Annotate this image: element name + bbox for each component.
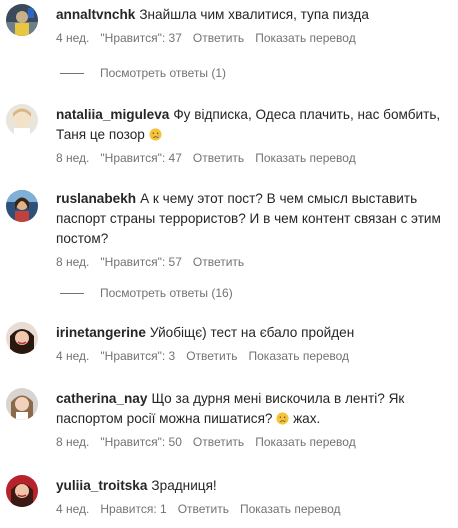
reply-button[interactable]: Ответить	[186, 349, 237, 363]
show-translation-button[interactable]: Показать перевод	[255, 151, 356, 165]
avatar[interactable]	[6, 388, 38, 420]
comment-meta: 4 нед. "Нравится": 3 Ответить Показать пере…	[56, 349, 448, 363]
comment-text: annaltvnchk Знайшла чим хвалитися, тупа п…	[56, 5, 448, 25]
comment-time[interactable]: 4 нед.	[56, 349, 89, 363]
comment-likes[interactable]: Нравится: 1	[100, 502, 166, 516]
reply-button[interactable]: Ответить	[193, 31, 244, 45]
crying-face-icon	[276, 412, 289, 425]
show-translation-button[interactable]: Показать перевод	[255, 435, 356, 449]
comment-text: ruslanabekh А к чему этот пост? В чем смы…	[56, 189, 448, 249]
comment-time[interactable]: 8 нед.	[56, 255, 89, 269]
avatar[interactable]	[6, 104, 38, 136]
comment-message-tail: жах.	[293, 411, 321, 426]
comment-meta: 8 нед. "Нравится": 57 Ответить	[56, 255, 448, 269]
comment-likes[interactable]: "Нравится": 50	[100, 435, 182, 449]
comment-meta: 4 нед. "Нравится": 37 Ответить Показать пер…	[56, 31, 448, 45]
comment-time[interactable]: 4 нед.	[56, 502, 89, 516]
comment-time[interactable]: 8 нед.	[56, 435, 89, 449]
comment-message: Зрадниця!	[151, 478, 217, 493]
reply-button[interactable]: Ответить	[193, 255, 244, 269]
avatar[interactable]	[6, 4, 38, 36]
comment-meta: 8 нед. "Нравится": 47 Ответить Показать пер…	[56, 151, 448, 165]
show-translation-button[interactable]: Показать перевод	[249, 349, 350, 363]
comment-message: Знайшла чим хвалитися, тупа пизда	[139, 7, 369, 22]
comment-likes[interactable]: "Нравится": 47	[100, 151, 182, 165]
show-translation-button[interactable]: Показать перевод	[240, 502, 341, 516]
reply-button[interactable]: Ответить	[178, 502, 229, 516]
comment-username[interactable]: yuliia_troitska	[56, 478, 147, 493]
view-replies-button[interactable]: Посмотреть ответы (16)	[60, 286, 233, 302]
crying-face-icon	[149, 128, 162, 141]
avatar[interactable]	[6, 322, 38, 354]
comment-username[interactable]: ruslanabekh	[56, 191, 136, 206]
avatar[interactable]	[6, 190, 38, 222]
comment-time[interactable]: 8 нед.	[56, 151, 89, 165]
comment-likes[interactable]: "Нравится": 57	[100, 255, 182, 269]
show-translation-button[interactable]: Показать перевод	[255, 31, 356, 45]
comment-text: yuliia_troitska Зрадниця!	[56, 476, 448, 496]
comment-text: catherina_nay Що за дурня мені вискочила …	[56, 389, 448, 429]
comment-username[interactable]: irinetangerine	[56, 325, 146, 340]
view-replies-label: Посмотреть ответы (16)	[100, 286, 233, 300]
replies-divider	[60, 73, 84, 75]
comment-likes[interactable]: "Нравится": 3	[100, 349, 175, 363]
reply-button[interactable]: Ответить	[193, 151, 244, 165]
comment-username[interactable]: nataliia_miguleva	[56, 107, 169, 122]
comment-text: irinetangerine Уйобіщє) тест на єбало про…	[56, 323, 448, 343]
replies-divider	[60, 293, 84, 295]
view-replies-label: Посмотреть ответы (1)	[100, 66, 227, 80]
reply-button[interactable]: Ответить	[193, 435, 244, 449]
view-replies-button[interactable]: Посмотреть ответы (1)	[60, 66, 226, 82]
comment-message: Уйобіщє) тест на єбало пройден	[149, 325, 355, 340]
comment-time[interactable]: 4 нед.	[56, 31, 89, 45]
comment-text: nataliia_miguleva Фу відписка, Одеса плач…	[56, 105, 448, 145]
comment-likes[interactable]: "Нравится": 37	[100, 31, 182, 45]
avatar[interactable]	[6, 475, 38, 507]
comment-meta: 8 нед. "Нравится": 50 Ответить Показать пер…	[56, 435, 448, 449]
comment-username[interactable]: catherina_nay	[56, 391, 147, 406]
comment-username[interactable]: annaltvnchk	[56, 7, 135, 22]
comment-meta: 4 нед. Нравится: 1 Ответить Показать перево…	[56, 502, 448, 516]
